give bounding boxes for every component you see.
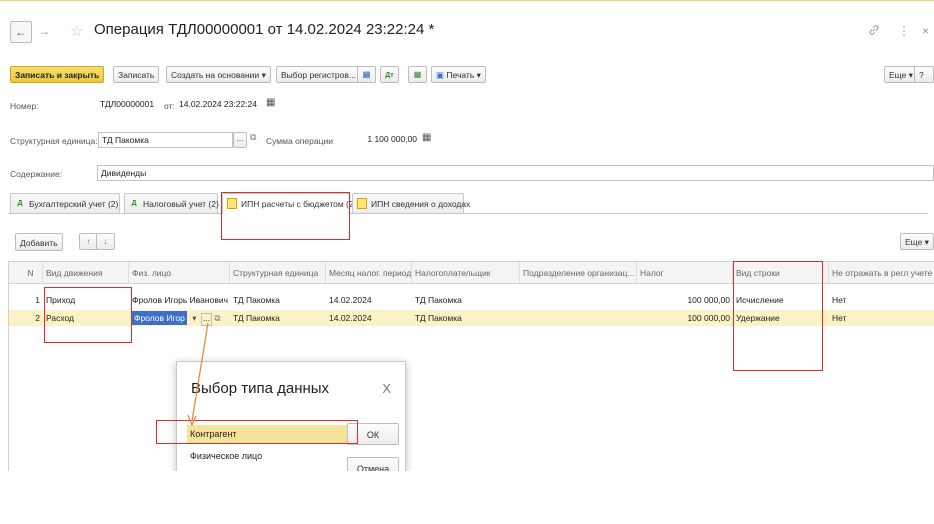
page-title: Операция ТДЛ00000001 от 14.02.2024 23:22… xyxy=(94,21,435,38)
annotation-box xyxy=(44,287,132,343)
column-header[interactable]: Месяц налог. периода xyxy=(326,262,412,284)
save-button[interactable]: Записать xyxy=(113,66,160,83)
printer-icon: ▣ xyxy=(436,70,445,80)
taxpayer-cell[interactable]: ТД Пакомка xyxy=(412,310,520,326)
calculator-icon[interactable]: ▦ xyxy=(422,132,431,143)
column-header[interactable]: Не отражать в регл учете xyxy=(829,262,934,284)
close-icon[interactable]: X xyxy=(382,381,391,396)
tab-label: Налоговый учет (2) xyxy=(143,199,219,209)
no-reflect-cell[interactable]: Нет xyxy=(829,310,934,326)
tax-cell[interactable]: 100 000,00 xyxy=(637,310,733,326)
tax-cell[interactable]: 100 000,00 xyxy=(637,292,733,308)
dropdown-arrow-icon: ▾ xyxy=(908,70,913,80)
save-and-close-button[interactable]: Записать и закрыть xyxy=(10,66,105,83)
table-more-label: Еще xyxy=(905,237,923,247)
open-link-icon[interactable]: ⧉ xyxy=(250,132,256,143)
taxpayer-cell[interactable]: ТД Пакомка xyxy=(412,292,520,308)
person-cell[interactable]: Фролов Игорь Иванович xyxy=(129,292,230,308)
print-button[interactable]: ▣ Печать ▾ xyxy=(431,66,486,83)
sum-field[interactable]: 1 100 000,00 xyxy=(334,132,420,148)
register-icon xyxy=(357,198,367,209)
subdivision-cell[interactable] xyxy=(520,310,637,326)
structure-icon[interactable]: ▤ xyxy=(357,66,376,83)
more-menu-icon[interactable]: ⋮ xyxy=(898,24,910,38)
cancel-button[interactable]: Отмена xyxy=(347,457,399,471)
column-header[interactable]: Физ. лицо xyxy=(129,262,230,284)
select-registers-button[interactable]: Выбор регистров... xyxy=(276,66,361,83)
print-label: Печать xyxy=(446,70,475,80)
move-down-icon[interactable]: ↓ xyxy=(96,233,115,250)
create-based-on-button[interactable]: Создать на основании ▾ xyxy=(166,66,271,83)
favorite-star-icon[interactable]: ☆ xyxy=(70,22,83,40)
period-cell[interactable]: 14.02.2024 xyxy=(326,292,412,308)
unit-label: Структурная единица: xyxy=(10,136,98,146)
no-reflect-cell[interactable]: Нет xyxy=(829,292,934,308)
annotation-box xyxy=(221,192,350,240)
period-cell[interactable]: 14.02.2024 xyxy=(326,310,412,326)
add-row-button[interactable]: Добавить xyxy=(15,233,63,251)
column-header[interactable]: Налог xyxy=(637,262,733,284)
number-label: Номер: xyxy=(10,101,39,111)
unit-cell[interactable]: ТД Пакомка xyxy=(230,292,326,308)
back-button[interactable]: ← xyxy=(10,21,32,43)
sum-label: Сумма операции: xyxy=(266,136,336,146)
create-based-on-label: Создать на основании xyxy=(171,70,260,80)
close-icon[interactable]: × xyxy=(922,24,929,38)
row-number: 1 xyxy=(35,295,40,305)
help-button[interactable]: ? xyxy=(914,66,934,83)
unit-cell[interactable]: ТД Пакомка xyxy=(230,310,326,326)
unit-field[interactable]: ТД Пакомка xyxy=(98,132,233,148)
tab-tax[interactable]: Д Налоговый учет (2) xyxy=(124,193,219,213)
select-button[interactable]: ... xyxy=(233,132,247,148)
number-field[interactable]: ТДЛ00000001 xyxy=(97,97,159,113)
more-label: Еще xyxy=(889,70,907,80)
table-more-button[interactable]: Еще ▾ xyxy=(900,233,934,250)
link-icon[interactable] xyxy=(868,24,880,39)
back-arrow-icon: ← xyxy=(15,25,27,39)
content-field[interactable]: Дивиденды xyxy=(97,165,934,181)
column-header[interactable]: Структурная единица xyxy=(230,262,326,284)
more-button[interactable]: Еще ▾ xyxy=(884,66,918,83)
content-label: Содержание: xyxy=(10,169,63,179)
date-label: от: xyxy=(164,101,175,111)
type-option-individual[interactable]: Физическое лицо xyxy=(187,447,347,465)
column-header[interactable]: Налогоплательщик xyxy=(412,262,520,284)
report-icon[interactable]: ▦ xyxy=(408,66,427,83)
dt-kt-icon: Д xyxy=(17,200,23,207)
dropdown-arrow-icon: ▾ xyxy=(924,237,929,247)
forward-arrow-icon: → xyxy=(38,24,50,38)
forward-button[interactable]: → xyxy=(34,21,54,41)
tab-label: ИПН сведения о доходах xyxy=(371,199,471,209)
annotation-box xyxy=(733,261,823,371)
document-window: ← → ☆ Операция ТДЛ00000001 от 14.02.2024… xyxy=(0,0,934,471)
tab-ipn-income[interactable]: ИПН сведения о доходах xyxy=(352,193,470,213)
annotation-arrow-icon xyxy=(187,322,209,427)
calendar-icon[interactable]: ▦ xyxy=(266,97,275,108)
column-header[interactable]: Вид движения xyxy=(43,262,129,284)
subdivision-cell[interactable] xyxy=(520,292,637,308)
column-header[interactable]: Подразделение организац... xyxy=(520,262,637,284)
dt-kt-tax-icon: Д xyxy=(131,200,137,207)
date-field[interactable]: 14.02.2024 23:22:24 xyxy=(176,97,260,113)
tab-accounting[interactable]: Д Бухгалтерский учет (2) xyxy=(10,193,120,213)
dropdown-arrow-icon: ▾ xyxy=(261,70,266,80)
dt-kt-icon[interactable]: Дт xyxy=(380,66,399,83)
dropdown-arrow-icon: ▾ xyxy=(476,70,481,80)
row-number: 2 xyxy=(35,313,40,323)
tab-label: Бухгалтерский учет (2) xyxy=(29,199,119,209)
column-header[interactable]: N xyxy=(9,262,43,284)
